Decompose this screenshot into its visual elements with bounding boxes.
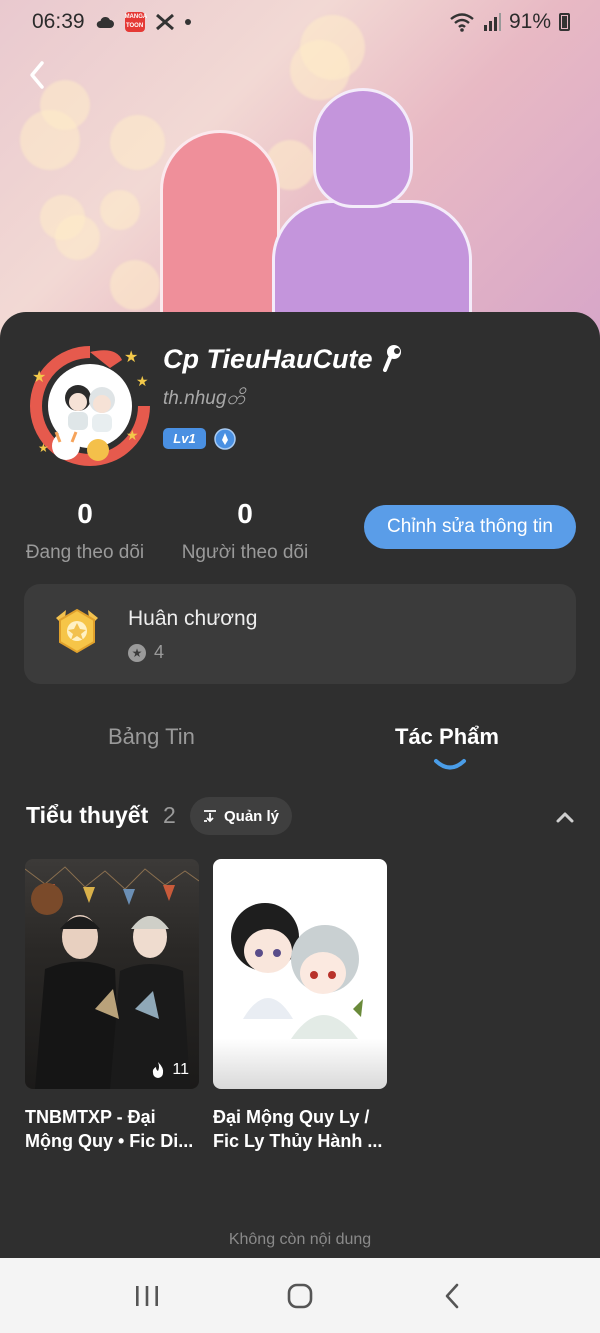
work-title-line: Mộng Quy • Fic Di...	[25, 1131, 194, 1151]
work-title-line: Fic Ly Thủy Hành ...	[213, 1131, 383, 1151]
medal-count-value: 4	[154, 642, 165, 662]
followers-label: Người theo dõi	[181, 542, 309, 563]
signal-icon	[483, 13, 501, 31]
work-cover: 11	[25, 859, 199, 1089]
chevron-up-icon[interactable]	[553, 805, 577, 829]
bokeh-light	[55, 215, 100, 260]
profile-name: Cp TieuHauCute	[163, 342, 406, 375]
followers-count: 0	[237, 498, 253, 529]
work-card[interactable]: 11 TNBMTXP - Đại Mộng Quy • Fic Di...	[25, 859, 199, 1153]
section-count: 2	[163, 802, 176, 828]
hot-count: 11	[172, 1061, 189, 1078]
hot-counter: 11	[150, 1061, 189, 1079]
system-back-button[interactable]	[433, 1276, 473, 1316]
girl-silhouette	[160, 130, 280, 340]
back-arrow-icon[interactable]	[20, 55, 60, 95]
chevron-left-icon	[446, 1283, 459, 1308]
star-icon: ★	[128, 643, 146, 662]
tab-feed[interactable]: Bảng Tin	[108, 724, 195, 750]
level-badge[interactable]: Lv1	[163, 428, 206, 449]
following-count: 0	[77, 498, 93, 529]
status-bar: 06:39 MANGA TOON 91%	[0, 0, 600, 44]
work-title-line: TNBMTXP - Đại	[25, 1107, 156, 1127]
notification-dot	[184, 19, 191, 25]
followers-stat[interactable]: 0 Người theo dõi	[180, 498, 310, 564]
tab-works[interactable]: Tác Phẩm	[395, 724, 499, 750]
work-title: Đại Mộng Quy Ly / Fic Ly Thủy Hành ...	[213, 1105, 387, 1153]
recent-apps-icon	[135, 1285, 158, 1306]
bokeh-light	[100, 190, 140, 230]
svg-text:★: ★	[32, 369, 46, 386]
battery-percent: 91%	[508, 10, 551, 33]
svg-text:★: ★	[124, 349, 138, 366]
sort-icon	[203, 810, 216, 823]
battery-icon	[559, 13, 570, 31]
medal-icon	[56, 608, 98, 654]
profile-banner	[0, 0, 600, 340]
verified-badge-icon[interactable]	[214, 428, 236, 450]
svg-text:★: ★	[126, 427, 139, 443]
bokeh-light	[110, 260, 160, 310]
cover-illustration-2	[231, 903, 363, 1039]
home-icon	[287, 1283, 313, 1308]
capcut-icon	[155, 13, 174, 31]
flame-icon	[153, 1062, 164, 1078]
profile-name-text: Cp TieuHauCute	[163, 344, 373, 374]
cover-photo-1	[25, 866, 199, 1089]
manga-toon-app-icon: MANGA TOON	[124, 12, 147, 32]
following-label: Đang theo dõi	[25, 542, 145, 563]
svg-text:★: ★	[136, 373, 149, 389]
work-card[interactable]: Đại Mộng Quy Ly / Fic Ly Thủy Hành ...	[213, 859, 387, 1153]
svg-text:★: ★	[38, 441, 49, 455]
medal-count: ★ 4	[128, 642, 164, 663]
wifi-icon	[450, 13, 474, 32]
manage-label: Quản lý	[223, 807, 279, 825]
bokeh-light	[110, 115, 165, 170]
medal-card[interactable]: Huân chương ★ 4	[24, 584, 576, 684]
section-title: Tiểu thuyết	[26, 802, 149, 828]
cloud-icon	[96, 16, 114, 28]
following-stat[interactable]: 0 Đang theo dõi	[24, 498, 146, 564]
boy-silhouette-head	[313, 88, 413, 208]
active-tab-indicator	[434, 759, 466, 770]
profile-username: th.nhugတိ	[163, 388, 245, 409]
ai-spark-icon	[383, 345, 402, 372]
recent-apps-button[interactable]	[127, 1276, 167, 1316]
status-time: 06:39	[32, 10, 85, 33]
manage-button[interactable]: Quản lý	[190, 797, 292, 835]
work-title-line: Đại Mộng Quy Ly /	[213, 1107, 370, 1127]
medal-title: Huân chương	[128, 607, 258, 630]
home-button[interactable]	[280, 1276, 320, 1316]
work-title: TNBMTXP - Đại Mộng Quy • Fic Di...	[25, 1105, 199, 1153]
avatar[interactable]: ★ ★ ★ ★ ★	[26, 342, 154, 470]
work-cover	[213, 859, 387, 1089]
system-nav-bar	[0, 1258, 600, 1333]
edit-profile-button[interactable]: Chỉnh sửa thông tin	[364, 505, 576, 549]
end-of-list-text: Không còn nội dung	[228, 1231, 372, 1248]
